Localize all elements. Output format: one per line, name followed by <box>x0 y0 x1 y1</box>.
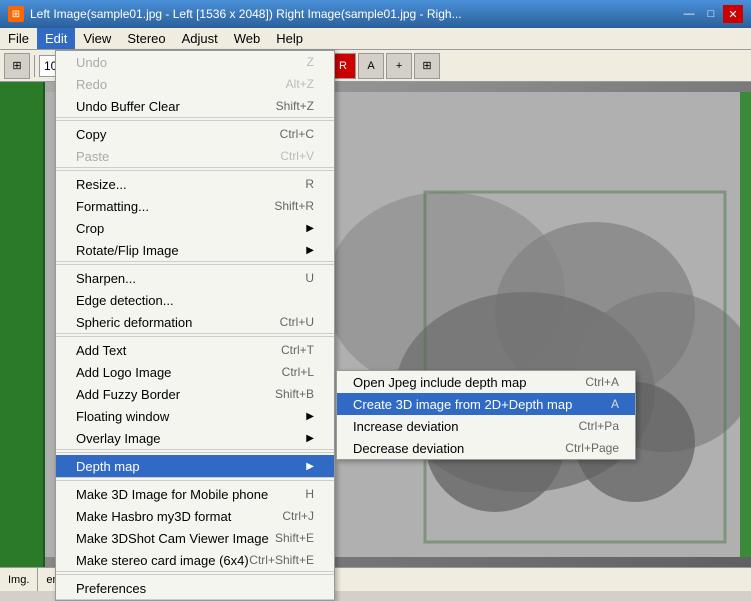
depth-open-jpeg[interactable]: Open Jpeg include depth map Ctrl+A <box>337 371 635 393</box>
menu-edit[interactable]: Edit <box>37 28 75 49</box>
menu-help[interactable]: Help <box>268 28 311 49</box>
maximize-button[interactable]: □ <box>701 5 721 23</box>
menu-add-logo[interactable]: Add Logo Image Ctrl+L <box>56 361 334 383</box>
depth-decrease-deviation[interactable]: Decrease deviation Ctrl+Page <box>337 437 635 459</box>
toolbar-sep-1 <box>34 55 35 77</box>
sep-4 <box>56 336 334 337</box>
title-bar: ⊞ Left Image(sample01.jpg - Left [1536 x… <box>0 0 751 28</box>
sep-5 <box>56 452 334 453</box>
menu-floating-window[interactable]: Floating window ▶ <box>56 405 334 427</box>
menu-section-add: Add Text Ctrl+T Add Logo Image Ctrl+L Ad… <box>56 339 334 450</box>
toolbar-icon-1[interactable]: ⊞ <box>4 53 30 79</box>
menu-section-3d: Make 3D Image for Mobile phone H Make Ha… <box>56 483 334 572</box>
sep-2 <box>56 170 334 171</box>
menu-make-stereo-card[interactable]: Make stereo card image (6x4) Ctrl+Shift+… <box>56 549 334 571</box>
sep-3 <box>56 264 334 265</box>
menu-bar: File Edit View Stereo Adjust Web Help <box>0 28 751 50</box>
menu-section-prefs: Preferences <box>56 577 334 600</box>
menu-edge-detection[interactable]: Edge detection... <box>56 289 334 311</box>
depth-create-3d[interactable]: Create 3D image from 2D+Depth map A <box>337 393 635 415</box>
menu-section-copy: Copy Ctrl+C Paste Ctrl+V <box>56 123 334 168</box>
sep-7 <box>56 574 334 575</box>
app-icon: ⊞ <box>8 6 24 22</box>
menu-file[interactable]: File <box>0 28 37 49</box>
menu-copy[interactable]: Copy Ctrl+C <box>56 123 334 145</box>
menu-resize[interactable]: Resize... R <box>56 173 334 195</box>
minimize-button[interactable]: — <box>679 5 699 23</box>
menu-section-effects: Sharpen... U Edge detection... Spheric d… <box>56 267 334 334</box>
sep-1 <box>56 120 334 121</box>
menu-web[interactable]: Web <box>226 28 269 49</box>
menu-add-text[interactable]: Add Text Ctrl+T <box>56 339 334 361</box>
menu-adjust[interactable]: Adjust <box>174 28 226 49</box>
menu-crop[interactable]: Crop ▶ <box>56 217 334 239</box>
menu-make-3dshot[interactable]: Make 3DShot Cam Viewer Image Shift+E <box>56 527 334 549</box>
depth-submenu: Open Jpeg include depth map Ctrl+A Creat… <box>336 370 636 460</box>
menu-section-undo: Undo Z Redo Alt+Z Undo Buffer Clear Shif… <box>56 51 334 118</box>
window-title: Left Image(sample01.jpg - Left [1536 x 2… <box>30 7 462 21</box>
menu-section-depth: Depth map ▶ <box>56 455 334 478</box>
edit-menu: Undo Z Redo Alt+Z Undo Buffer Clear Shif… <box>55 50 335 601</box>
menu-paste[interactable]: Paste Ctrl+V <box>56 145 334 167</box>
menu-make-3d-mobile[interactable]: Make 3D Image for Mobile phone H <box>56 483 334 505</box>
sep-6 <box>56 480 334 481</box>
menu-formatting[interactable]: Formatting... Shift+R <box>56 195 334 217</box>
menu-stereo[interactable]: Stereo <box>119 28 173 49</box>
menu-overlay-image[interactable]: Overlay Image ▶ <box>56 427 334 449</box>
toolbar-btn-10[interactable]: A <box>358 53 384 79</box>
toolbar-btn-12[interactable]: ⊞ <box>414 53 440 79</box>
depth-increase-deviation[interactable]: Increase deviation Ctrl+Pa <box>337 415 635 437</box>
title-bar-left: ⊞ Left Image(sample01.jpg - Left [1536 x… <box>8 6 462 22</box>
menu-make-hasbro[interactable]: Make Hasbro my3D format Ctrl+J <box>56 505 334 527</box>
menu-undo[interactable]: Undo Z <box>56 51 334 73</box>
close-button[interactable]: ✕ <box>723 5 743 23</box>
menu-depth-map[interactable]: Depth map ▶ <box>56 455 334 477</box>
menu-add-fuzzy[interactable]: Add Fuzzy Border Shift+B <box>56 383 334 405</box>
menu-view[interactable]: View <box>75 28 119 49</box>
menu-section-resize: Resize... R Formatting... Shift+R Crop ▶… <box>56 173 334 262</box>
menu-sharpen[interactable]: Sharpen... U <box>56 267 334 289</box>
menu-redo[interactable]: Redo Alt+Z <box>56 73 334 95</box>
title-bar-buttons: — □ ✕ <box>679 5 743 23</box>
left-panel <box>0 82 45 567</box>
menu-preferences[interactable]: Preferences <box>56 577 334 599</box>
menu-rotate-flip[interactable]: Rotate/Flip Image ▶ <box>56 239 334 261</box>
menu-spheric-deformation[interactable]: Spheric deformation Ctrl+U <box>56 311 334 333</box>
menu-undo-buffer-clear[interactable]: Undo Buffer Clear Shift+Z <box>56 95 334 117</box>
toolbar-btn-11[interactable]: + <box>386 53 412 79</box>
status-item-1: Img. <box>0 568 38 591</box>
